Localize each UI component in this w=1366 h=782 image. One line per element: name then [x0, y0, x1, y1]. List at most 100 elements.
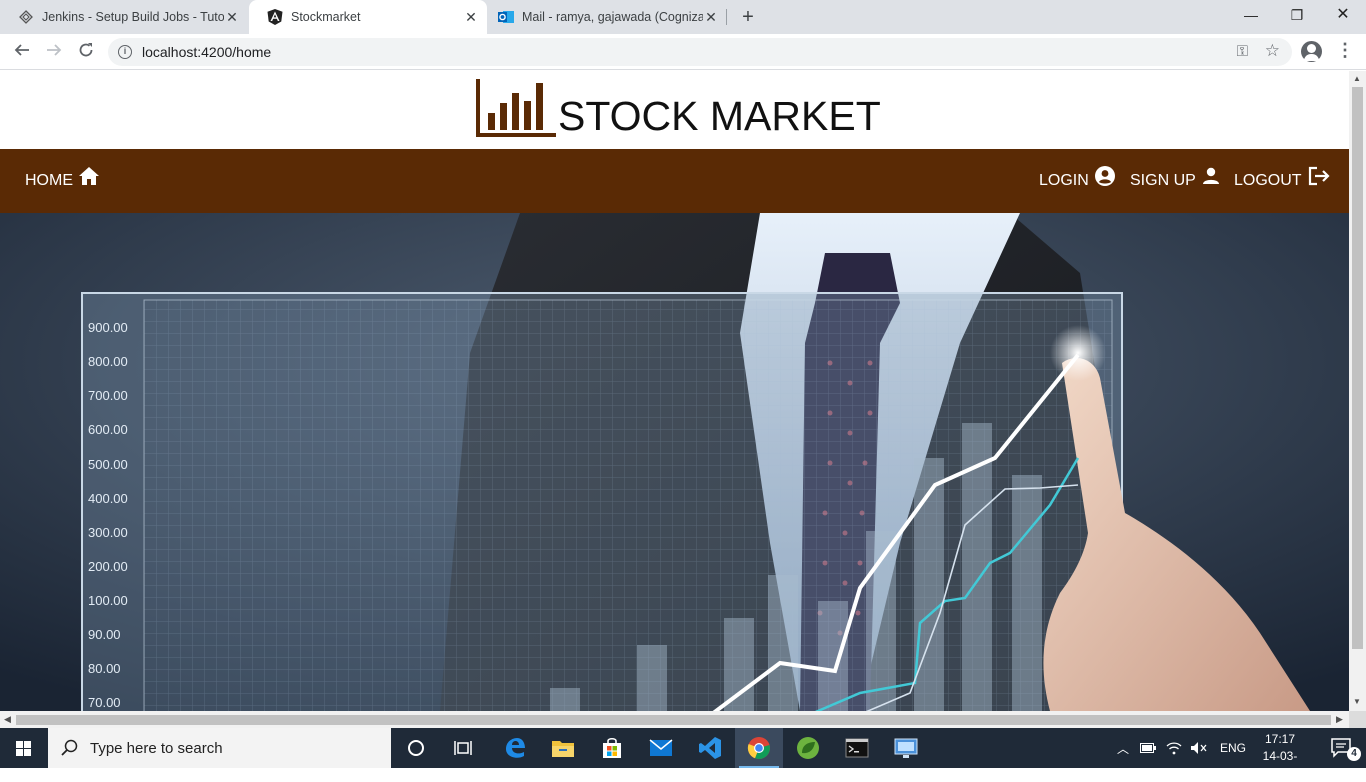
- reload-icon: [79, 43, 93, 57]
- cortana-button[interactable]: [392, 728, 440, 768]
- y-tick-label: 300.00: [88, 525, 128, 540]
- folder-icon: [552, 741, 574, 757]
- nav-login-label: LOGIN: [1039, 172, 1089, 189]
- restore-button[interactable]: ❐: [1274, 0, 1320, 30]
- chrome-menu-icon[interactable]: ⋮: [1336, 40, 1354, 61]
- vscode-taskbar-button[interactable]: [686, 728, 734, 768]
- language-indicator[interactable]: ENG: [1220, 741, 1246, 755]
- cortana-circle-icon: [408, 740, 424, 756]
- search-placeholder: Type here to search: [90, 739, 223, 757]
- horizontal-scroll-thumb[interactable]: [16, 715, 1331, 725]
- tab-mail[interactable]: Mail - ramya, gajawada (Cognizan ✕: [480, 0, 727, 34]
- profile-avatar-icon[interactable]: [1301, 41, 1322, 62]
- nav-logout-link[interactable]: LOGOUT: [1234, 149, 1330, 213]
- volume-muted-icon[interactable]: [1190, 741, 1208, 755]
- chrome-icon: [747, 737, 770, 760]
- main-navbar: HOME LOGIN SIGN UP LOGOUT: [0, 149, 1349, 213]
- tab-stockmarket[interactable]: Stockmarket ✕: [249, 0, 487, 34]
- action-center-button[interactable]: 4: [1318, 728, 1366, 768]
- clock-time: 17:17: [1264, 732, 1296, 746]
- battery-icon[interactable]: [1140, 743, 1156, 753]
- scroll-up-arrow-icon[interactable]: ▲: [1353, 74, 1361, 83]
- y-tick-label: 700.00: [88, 388, 128, 403]
- vertical-scrollbar[interactable]: ▲ ▼: [1349, 71, 1366, 711]
- url-text: localhost:4200/home: [142, 44, 272, 60]
- user-circle-icon: [1094, 166, 1115, 186]
- edge-icon: [506, 738, 525, 758]
- page-viewport: STOCK MARKET HOME LOGIN SIGN UP LOGOUT 9…: [0, 71, 1349, 711]
- task-view-icon: [454, 741, 472, 755]
- browser-toolbar: i localhost:4200/home ⚿ ☆ ⋮: [0, 34, 1366, 70]
- close-tab-icon[interactable]: ✕: [703, 9, 719, 26]
- close-tab-icon[interactable]: ✕: [224, 9, 240, 26]
- brand-title: STOCK MARKET: [558, 93, 881, 139]
- mail-taskbar-button[interactable]: [637, 728, 685, 768]
- bar-chart-logo-icon: [476, 79, 556, 137]
- windows-logo-icon: [16, 741, 31, 756]
- nav-home-label: HOME: [25, 172, 73, 189]
- system-clock[interactable]: 17:17 14-03-2020: [1252, 731, 1308, 782]
- store-taskbar-button[interactable]: [588, 728, 636, 768]
- forward-button[interactable]: [42, 40, 66, 64]
- windows-taskbar: Type here to search ︿ ENG 17:17 14-03-20…: [0, 728, 1366, 780]
- y-tick-label: 100.00: [88, 593, 128, 608]
- show-hidden-icons-chevron-icon[interactable]: ︿: [1114, 740, 1132, 757]
- reload-button[interactable]: [74, 40, 98, 64]
- spring-tool-taskbar-button[interactable]: [784, 728, 832, 768]
- file-explorer-taskbar-button[interactable]: [539, 728, 587, 768]
- tab-jenkins[interactable]: Jenkins - Setup Build Jobs - Tutor ✕: [0, 0, 248, 34]
- store-icon: [603, 737, 621, 758]
- tab-separator: [726, 9, 727, 25]
- remote-desktop-icon: [894, 738, 918, 758]
- search-icon: [61, 739, 78, 756]
- site-info-icon[interactable]: i: [118, 45, 132, 59]
- vscode-icon: [699, 737, 721, 759]
- hero-banner-image: 900.00 800.00 700.00 600.00 500.00 400.0…: [0, 213, 1349, 711]
- scroll-right-arrow-icon[interactable]: ▶: [1336, 714, 1343, 725]
- nav-home-link[interactable]: HOME: [25, 149, 99, 213]
- tab-title: Mail - ramya, gajawada (Cognizan: [522, 10, 703, 24]
- horizontal-scrollbar[interactable]: ◀ ▶: [0, 711, 1349, 728]
- nav-logout-label: LOGOUT: [1234, 172, 1302, 189]
- chrome-taskbar-button[interactable]: [735, 728, 783, 768]
- home-icon: [79, 167, 99, 185]
- back-button[interactable]: [10, 40, 34, 64]
- start-button[interactable]: [0, 728, 48, 768]
- nav-login-link[interactable]: LOGIN: [1039, 149, 1115, 213]
- y-tick-label: 90.00: [88, 627, 121, 642]
- nav-signup-label: SIGN UP: [1130, 172, 1196, 189]
- taskbar-search-box[interactable]: Type here to search: [48, 728, 391, 768]
- terminal-icon: [845, 738, 869, 758]
- close-window-button[interactable]: ✕: [1320, 0, 1366, 30]
- y-tick-label: 70.00: [88, 695, 121, 710]
- notification-count-badge: 4: [1347, 747, 1361, 761]
- close-tab-icon[interactable]: ✕: [463, 9, 479, 26]
- scrollbar-corner: [1349, 711, 1366, 728]
- y-tick-label: 200.00: [88, 559, 128, 574]
- site-brand[interactable]: STOCK MARKET: [476, 75, 881, 139]
- vertical-scroll-thumb[interactable]: [1352, 87, 1363, 649]
- browser-tab-strip: Jenkins - Setup Build Jobs - Tutor ✕ Sto…: [0, 0, 1366, 34]
- wifi-icon[interactable]: [1166, 741, 1182, 755]
- scroll-left-arrow-icon[interactable]: ◀: [4, 714, 11, 725]
- tab-title: Jenkins - Setup Build Jobs - Tutor: [42, 10, 224, 24]
- edge-taskbar-button[interactable]: [491, 728, 539, 768]
- clock-date: 14-03-2020: [1262, 749, 1298, 780]
- remote-desktop-taskbar-button[interactable]: [882, 728, 930, 768]
- key-icon[interactable]: ⚿: [1237, 43, 1248, 60]
- mail-icon: [649, 739, 673, 756]
- scroll-down-arrow-icon[interactable]: ▼: [1353, 697, 1361, 706]
- forward-arrow-icon: [47, 44, 62, 56]
- y-tick-label: 800.00: [88, 354, 128, 369]
- address-bar[interactable]: i localhost:4200/home ⚿ ☆: [108, 38, 1292, 66]
- back-arrow-icon: [14, 44, 29, 56]
- task-view-button[interactable]: [440, 728, 488, 768]
- new-tab-button[interactable]: +: [737, 6, 759, 28]
- minimize-button[interactable]: —: [1228, 0, 1274, 30]
- terminal-taskbar-button[interactable]: [833, 728, 881, 768]
- bookmark-star-icon[interactable]: ☆: [1265, 41, 1280, 61]
- spring-leaf-icon: [797, 737, 819, 759]
- nav-signup-link[interactable]: SIGN UP: [1130, 149, 1220, 213]
- y-tick-label: 600.00: [88, 422, 128, 437]
- y-tick-label: 900.00: [88, 320, 128, 335]
